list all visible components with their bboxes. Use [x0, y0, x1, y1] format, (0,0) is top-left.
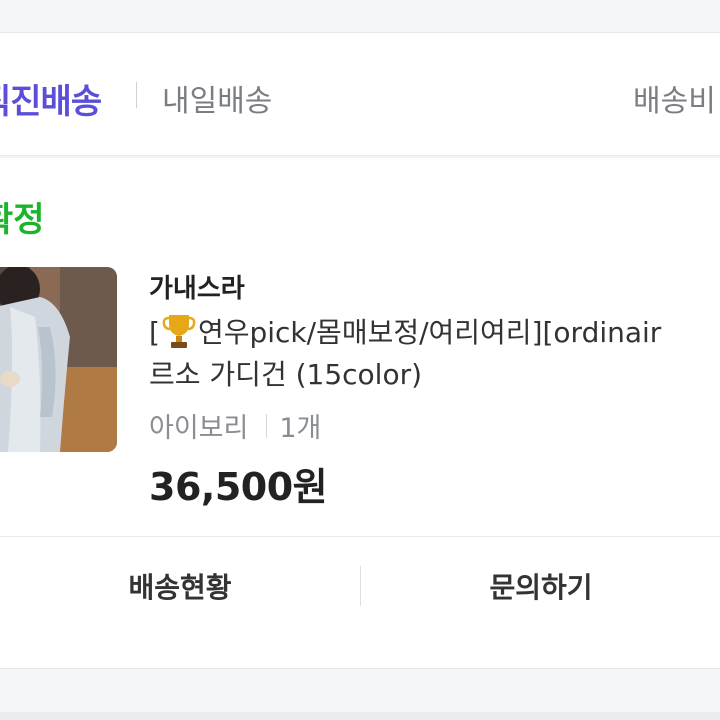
product-name-prefix: [	[149, 316, 160, 349]
delivery-type-title: 직진배송	[0, 82, 102, 122]
shipping-fee-label[interactable]: 배송비	[633, 76, 716, 120]
product-options: 아이보리 1개	[149, 406, 321, 445]
inquiry-button[interactable]: 문의하기	[362, 537, 720, 634]
product-name[interactable]: [ 연우pick/몸매보정/여리여리][ordinair 르소 가디건 (15co…	[149, 312, 720, 396]
action-divider	[360, 566, 361, 606]
delivery-header-card	[0, 33, 720, 156]
delivery-tracking-button[interactable]: 배송현황	[0, 537, 360, 634]
product-name-text: 연우pick/몸매보정/여리여리][ordinair	[197, 316, 662, 349]
order-status: 확정	[0, 200, 45, 240]
seller-name[interactable]: 가내스라	[149, 268, 245, 305]
top-separator	[0, 0, 720, 33]
product-name-line2: 르소 가디건 (15color)	[149, 358, 423, 391]
tomorrow-delivery-label: 내일배송	[162, 84, 273, 119]
product-price: 36,500원	[149, 465, 328, 509]
product-thumbnail[interactable]	[0, 267, 117, 452]
next-card	[0, 634, 720, 669]
trophy-icon	[162, 312, 196, 350]
footer-edge	[0, 712, 720, 720]
option-color: 아이보리	[149, 413, 249, 444]
option-divider	[266, 413, 268, 438]
header-divider	[136, 82, 137, 108]
option-quantity: 1개	[279, 413, 322, 444]
